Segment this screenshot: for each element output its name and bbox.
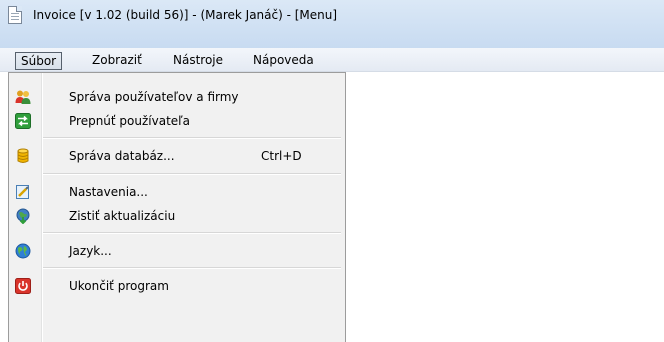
menu-item-label: Ukončiť program [69,279,169,293]
menu-zobrazit[interactable]: Zobraziť [92,52,142,70]
menu-item-user-management[interactable]: Správa používateľov a firmy [11,86,343,108]
menu-item-label: Zistiť aktualizáciu [69,209,176,223]
menu-bar: Súbor Zobraziť Nástroje Nápoveda [0,48,664,72]
menu-napoveda[interactable]: Nápoveda [253,52,314,70]
switch-user-icon [15,113,31,129]
document-icon [8,6,22,24]
menu-item-settings[interactable]: Nastavenia... [11,181,343,203]
menu-item-label: Prepnúť používateľa [69,114,191,128]
users-icon [15,89,31,105]
menu-item-switch-user[interactable]: Prepnúť používateľa [11,110,343,132]
menu-item-shortcut: Ctrl+D [261,149,302,163]
database-icon [15,148,31,164]
window-title: Invoice [v 1.02 (build 56)] - (Marek Jan… [33,8,338,22]
menu-item-database-management[interactable]: Správa databáz... Ctrl+D [11,145,343,167]
subor-dropdown-menu: Správa používateľov a firmy Prepnúť použ… [8,72,346,342]
power-icon [15,278,31,294]
menu-nastroje[interactable]: Nástroje [173,52,223,70]
globe-icon [15,243,31,259]
title-bar[interactable]: Invoice [v 1.02 (build 56)] - (Marek Jan… [0,0,664,48]
menu-item-label: Jazyk... [69,244,112,258]
menu-item-label: Nastavenia... [69,185,148,199]
menu-separator [43,232,341,234]
menu-separator [43,137,341,139]
menu-subor[interactable]: Súbor [15,52,63,70]
menu-item-exit[interactable]: Ukončiť program [11,275,343,297]
menu-item-label: Správa databáz... [69,149,175,163]
menu-separator [43,267,341,269]
settings-icon [15,184,31,200]
menu-item-check-update[interactable]: Zistiť aktualizáciu [11,205,343,227]
menu-separator [43,173,341,175]
menu-item-language[interactable]: Jazyk... [11,240,343,262]
menu-item-label: Správa používateľov a firmy [69,90,239,104]
update-icon [15,208,31,225]
